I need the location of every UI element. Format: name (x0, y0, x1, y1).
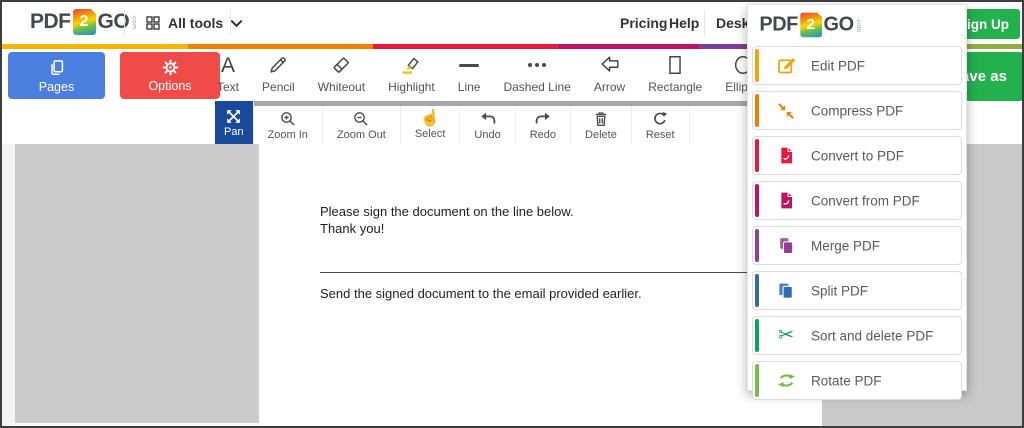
all-tools-menu-panel: PDF 2 GO .com Edit PDF Compress PDF Conv… (747, 4, 967, 400)
chevron-down-icon (230, 19, 243, 28)
annotation-tools: A Text Pencil Whiteout Highlight Line Da… (208, 52, 770, 99)
text-icon: A (221, 53, 236, 77)
pdf2go-editor-window: PDF 2 GO .com All tools Pricing Help Des… (0, 0, 1024, 428)
canvas-tool-delete[interactable]: Delete (571, 106, 632, 144)
merge-pdf-icon (775, 235, 797, 257)
pdf-file-icon (775, 190, 797, 212)
zoom-out-icon (352, 110, 370, 128)
edit-pdf-icon (775, 55, 797, 77)
canvas-tool-pan[interactable]: Pan (215, 101, 254, 144)
header-divider (704, 10, 705, 36)
compress-pdf-icon (775, 100, 797, 122)
canvas-tool-select[interactable]: ☝ Select (400, 106, 461, 144)
accent-bar (755, 319, 759, 352)
menu-item-split-pdf[interactable]: Split PDF (752, 271, 962, 310)
trash-icon (592, 110, 610, 128)
logo-com-text: .com (855, 17, 862, 33)
menu-item-merge-pdf[interactable]: Merge PDF (752, 226, 962, 265)
accent-bar (755, 229, 759, 262)
pdf2go-logo[interactable]: PDF 2 GO .com (748, 5, 955, 44)
highlighter-icon (400, 53, 422, 77)
pages-icon (47, 58, 67, 78)
redo-icon (534, 110, 552, 128)
menu-item-convert-from-pdf[interactable]: Convert from PDF (752, 181, 962, 220)
undo-icon (479, 110, 497, 128)
logo-pdf-text: PDF (30, 10, 71, 33)
header-divider (230, 10, 231, 36)
grid-icon (145, 15, 161, 31)
reset-icon (651, 110, 669, 128)
nav-help[interactable]: Help (669, 2, 699, 44)
scissors-icon: ✂ (778, 325, 794, 346)
viewer-gutter (2, 144, 15, 426)
header-divider (124, 10, 125, 36)
accent-bar (755, 184, 759, 217)
zoom-in-icon (279, 110, 297, 128)
accent-bar (755, 274, 759, 307)
tool-highlight[interactable]: Highlight (379, 52, 444, 99)
accent-bar (755, 49, 759, 82)
canvas-tool-redo[interactable]: Redo (515, 106, 572, 144)
pdf2go-logo[interactable]: PDF 2 GO .com (30, 9, 138, 35)
canvas-tool-undo[interactable]: Undo (460, 106, 516, 144)
split-pdf-icon (775, 280, 797, 302)
logo-go-text: GO (823, 13, 855, 36)
accent-bar (755, 364, 759, 397)
tool-rectangle[interactable]: Rectangle (639, 52, 711, 99)
tool-arrow[interactable]: Arrow (585, 52, 634, 99)
tool-dashed-line[interactable]: Dashed Line (494, 52, 579, 99)
menu-item-convert-to-pdf[interactable]: Convert to PDF (752, 136, 962, 175)
eraser-icon (330, 53, 352, 77)
all-tools-label: All tools (168, 15, 224, 31)
menu-item-sort-delete-pdf[interactable]: ✂ Sort and delete PDF (752, 316, 962, 355)
document-paragraph: Send the signed document to the email pr… (320, 286, 642, 301)
gear-icon (161, 58, 180, 77)
options-button[interactable]: Options (120, 52, 220, 99)
menu-item-rotate-pdf[interactable]: Rotate PDF (752, 361, 962, 400)
menu-item-edit-pdf[interactable]: Edit PDF (752, 46, 962, 85)
logo-2-badge: 2 (799, 12, 822, 38)
canvas-tool-zoom-out[interactable]: Zoom Out (322, 106, 401, 144)
canvas-tool-zoom-in[interactable]: Zoom In (253, 106, 323, 144)
menu-item-compress-pdf[interactable]: Compress PDF (752, 91, 962, 130)
tool-line[interactable]: Line (449, 52, 490, 99)
document-page[interactable]: Please sign the document on the line bel… (259, 144, 822, 426)
options-label: Options (148, 79, 192, 93)
tool-text[interactable]: A Text (208, 52, 248, 99)
signature-line (320, 272, 782, 273)
arrow-icon (599, 53, 621, 77)
page-placeholder-left (15, 144, 259, 423)
pages-label: Pages (38, 79, 75, 94)
pages-button[interactable]: Pages (8, 52, 105, 99)
pan-icon (225, 108, 242, 125)
select-hand-icon: ☝ (420, 109, 441, 127)
rectangle-icon (664, 53, 686, 77)
line-icon (459, 53, 480, 77)
logo-pdf-text: PDF (759, 13, 798, 36)
nav-pricing[interactable]: Pricing (620, 2, 667, 44)
pencil-icon (267, 53, 289, 77)
all-tools-dropdown[interactable]: All tools (133, 2, 255, 44)
canvas-tool-reset[interactable]: Reset (631, 106, 690, 144)
pdf-file-icon (775, 145, 797, 167)
tool-whiteout[interactable]: Whiteout (309, 52, 374, 99)
canvas-toolbar: Pan Zoom In Zoom Out ☝ Select Undo Redo … (215, 101, 690, 144)
dashed-line-icon (528, 53, 547, 77)
document-paragraph: Please sign the document on the line bel… (320, 204, 574, 236)
accent-bar (755, 94, 759, 127)
logo-2-badge: 2 (72, 9, 96, 35)
accent-bar (755, 139, 759, 172)
tool-pencil[interactable]: Pencil (253, 52, 304, 99)
rotate-pdf-icon (775, 370, 797, 392)
